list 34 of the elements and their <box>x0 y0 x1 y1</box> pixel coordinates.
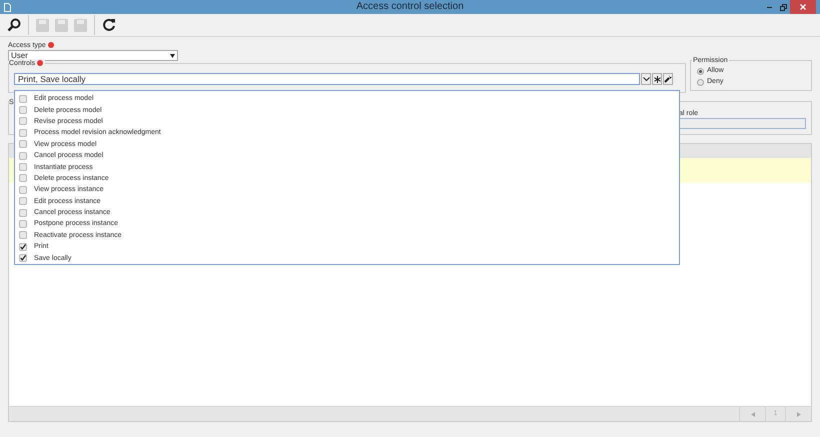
checkbox[interactable] <box>19 140 27 148</box>
dropdown-button[interactable] <box>641 73 651 85</box>
checkbox[interactable] <box>19 220 27 228</box>
close-button[interactable] <box>790 0 816 14</box>
checkbox[interactable] <box>19 117 27 126</box>
left-triangle-icon <box>750 412 754 416</box>
window-title: Access control selection <box>356 1 464 13</box>
checkbox[interactable] <box>19 174 27 182</box>
chevron-down-icon <box>642 77 650 81</box>
access-type-select[interactable]: User <box>8 50 178 61</box>
controls-field[interactable]: Print, Save locally <box>14 73 640 85</box>
checkbox[interactable] <box>19 163 27 172</box>
checkbox[interactable] <box>19 128 27 137</box>
checkbox[interactable] <box>19 197 27 206</box>
search-icon[interactable] <box>7 18 21 32</box>
asterisk-button[interactable] <box>652 73 662 85</box>
checkbox[interactable] <box>19 254 27 262</box>
checkbox[interactable] <box>19 94 27 103</box>
checkbox[interactable] <box>19 106 27 114</box>
checkbox[interactable] <box>19 152 27 160</box>
radio-button[interactable] <box>697 79 704 86</box>
radio-button[interactable] <box>697 68 704 75</box>
close-icon <box>800 4 806 10</box>
document-icon <box>4 2 11 12</box>
refresh-icon[interactable] <box>102 18 116 32</box>
caret-icon <box>170 54 175 58</box>
checkbox[interactable] <box>19 231 27 240</box>
role-field[interactable] <box>679 118 806 129</box>
checkbox[interactable] <box>19 208 27 217</box>
wand-button[interactable] <box>663 73 673 85</box>
checkbox[interactable] <box>19 242 27 251</box>
right-triangle-icon <box>796 412 800 416</box>
checkbox[interactable] <box>19 186 27 194</box>
restore-icon <box>780 4 786 10</box>
